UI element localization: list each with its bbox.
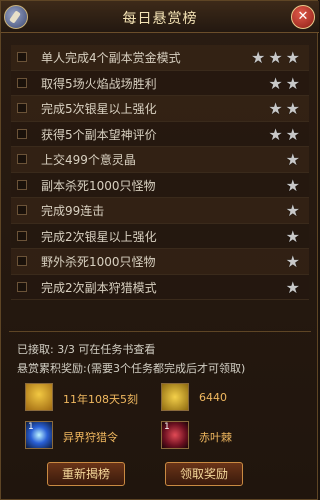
star-icon: ★ [268, 73, 286, 93]
reward-count: 1 [28, 422, 34, 432]
task-row[interactable]: 完成5次银星以上强化 ★★ [11, 96, 309, 122]
reward-label: 赤叶棘 [199, 431, 232, 444]
task-row[interactable]: 完成2次副本狩猎模式 ★ [11, 274, 309, 300]
blue-orb-icon[interactable]: 1 [25, 421, 53, 449]
task-row[interactable]: 完成99连击 ★ [11, 198, 309, 224]
refresh-bounty-button[interactable]: 重新揭榜 [47, 462, 125, 486]
star-icon: ★ [250, 48, 269, 67]
task-checkbox[interactable] [17, 281, 27, 292]
star-icon: ★ [268, 124, 286, 144]
difficulty-stars: ★ [286, 176, 303, 195]
title-bar: 每日悬赏榜 ✕ [1, 1, 319, 33]
gold-coin-icon[interactable] [161, 383, 189, 411]
bounty-panel: 每日悬赏榜 ✕ 单人完成4个副本赏金模式 ★★★ 取得5场火焰战场胜利 ★★ 完… [0, 0, 319, 500]
reward-label: 异界狩猎令 [63, 431, 118, 444]
task-label: 完成2次副本狩猎模式 [41, 280, 157, 295]
reward-label: 6440 [199, 391, 227, 404]
difficulty-stars: ★ [286, 227, 303, 246]
reward-count: 1 [164, 422, 170, 432]
task-label: 副本杀死1000只怪物 [41, 178, 156, 193]
star-icon: ★ [285, 226, 303, 246]
task-label: 获得5个副本望神评价 [41, 127, 157, 142]
star-icon: ★ [285, 99, 303, 118]
task-label: 单人完成4个副本赏金模式 [41, 51, 181, 65]
task-checkbox[interactable] [17, 128, 27, 139]
rewards-title: 悬赏累积奖励:(需要3个任务都完成后才可领取) [17, 362, 246, 375]
scroll-icon[interactable] [25, 383, 53, 411]
star-icon: ★ [285, 150, 303, 169]
task-checkbox[interactable] [17, 103, 27, 113]
task-label: 完成5次银星以上强化 [41, 102, 157, 116]
task-checkbox[interactable] [17, 179, 27, 190]
task-row[interactable]: 单人完成4个副本赏金模式 ★★★ [11, 45, 309, 71]
close-icon[interactable]: ✕ [291, 5, 315, 29]
task-row[interactable]: 取得5场火焰战场胜利 ★★ [11, 70, 309, 96]
difficulty-stars: ★★ [268, 74, 303, 93]
star-icon: ★ [285, 73, 303, 93]
accepted-status: 已接取: 3/3 可在任务书查看 [17, 343, 156, 356]
star-icon: ★ [268, 48, 286, 67]
red-leaf-icon[interactable]: 1 [161, 421, 189, 449]
task-label: 取得5场火焰战场胜利 [41, 76, 157, 91]
task-row[interactable]: 野外杀死1000只怪物 ★ [11, 249, 309, 275]
difficulty-stars: ★★★ [251, 48, 303, 67]
panel-title: 每日悬赏榜 [122, 11, 198, 27]
task-checkbox[interactable] [17, 230, 27, 241]
task-label: 完成99连击 [41, 204, 105, 218]
task-row[interactable]: 完成2次银星以上强化 ★ [11, 223, 309, 249]
task-label: 上交499个意灵晶 [41, 153, 136, 167]
task-checkbox[interactable] [17, 77, 27, 88]
task-row[interactable]: 获得5个副本望神评价 ★★ [11, 121, 309, 147]
task-row[interactable]: 副本杀死1000只怪物 ★ [11, 172, 309, 198]
task-label: 野外杀死1000只怪物 [41, 255, 156, 269]
claim-reward-button[interactable]: 领取奖励 [165, 462, 243, 486]
task-checkbox[interactable] [17, 205, 27, 215]
task-list: 单人完成4个副本赏金模式 ★★★ 取得5场火焰战场胜利 ★★ 完成5次银星以上强… [11, 45, 309, 300]
difficulty-stars: ★★ [268, 99, 303, 118]
difficulty-stars: ★ [286, 150, 303, 169]
difficulty-stars: ★ [286, 252, 303, 271]
difficulty-stars: ★ [286, 201, 303, 220]
task-checkbox[interactable] [17, 52, 27, 62]
star-icon: ★ [285, 252, 303, 271]
task-checkbox[interactable] [17, 154, 27, 164]
divider [9, 331, 311, 332]
star-icon: ★ [268, 99, 286, 118]
star-icon: ★ [285, 277, 303, 297]
difficulty-stars: ★★ [268, 125, 303, 144]
task-checkbox[interactable] [17, 256, 27, 266]
star-icon: ★ [285, 48, 303, 67]
task-label: 完成2次银星以上强化 [41, 229, 157, 244]
difficulty-stars: ★ [286, 278, 303, 297]
reward-label: 11年108天5刻 [63, 393, 138, 406]
task-row[interactable]: 上交499个意灵晶 ★ [11, 147, 309, 173]
star-icon: ★ [285, 201, 303, 220]
star-icon: ★ [285, 124, 303, 144]
star-icon: ★ [285, 175, 303, 195]
